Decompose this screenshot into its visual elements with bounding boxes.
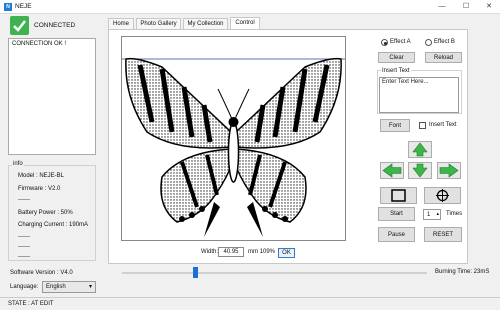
info-divider: ------ bbox=[18, 244, 30, 250]
minimize-button[interactable]: — bbox=[437, 2, 447, 12]
info-charging: Charging Current : 190mA bbox=[18, 222, 89, 228]
width-input[interactable]: 40.95 bbox=[218, 247, 244, 257]
info-model: Model : NEJE-BL bbox=[18, 173, 65, 179]
arrow-down-button[interactable] bbox=[408, 162, 432, 179]
frame-button[interactable] bbox=[380, 187, 417, 204]
language-select[interactable]: English ▾ bbox=[42, 281, 96, 293]
arrow-left-button[interactable] bbox=[380, 162, 404, 179]
log-line: CONNECTION OK ! bbox=[12, 41, 67, 47]
times-label: Times bbox=[446, 211, 463, 217]
reset-button[interactable]: RESET bbox=[424, 227, 462, 242]
arrow-down-icon bbox=[412, 163, 428, 178]
language-value: English bbox=[46, 284, 66, 290]
maximize-button[interactable]: ☐ bbox=[461, 2, 471, 12]
software-version: Software Version : V4.0 bbox=[10, 270, 73, 276]
burning-time-slider[interactable] bbox=[122, 272, 427, 274]
tab-my-collection[interactable]: My Collection bbox=[183, 18, 228, 29]
butterfly-image bbox=[122, 57, 345, 237]
clear-button[interactable]: Clear bbox=[378, 52, 415, 63]
pause-button[interactable]: Pause bbox=[378, 227, 415, 242]
tab-control[interactable]: Control bbox=[230, 17, 260, 29]
info-battery: Battery Power : 50% bbox=[18, 210, 73, 216]
effect-b-radio[interactable] bbox=[425, 39, 432, 46]
times-value: 1 bbox=[427, 212, 431, 218]
status-bar: STATE : AT EDIT bbox=[0, 297, 500, 310]
frame-icon bbox=[391, 189, 406, 202]
info-divider: ------ bbox=[18, 197, 30, 203]
connection-log[interactable]: CONNECTION OK ! bbox=[8, 38, 96, 155]
arrow-up-button[interactable] bbox=[408, 141, 432, 158]
connected-check-icon bbox=[10, 16, 29, 35]
status-text: STATE : AT EDIT bbox=[8, 301, 54, 307]
close-button[interactable]: ✕ bbox=[484, 2, 494, 12]
arrow-left-icon bbox=[382, 163, 402, 178]
effect-b-label: Effect B bbox=[434, 39, 455, 45]
ok-button[interactable]: OK bbox=[278, 248, 295, 258]
arrow-up-icon bbox=[412, 142, 428, 157]
effect-a-label: Effect A bbox=[390, 39, 411, 45]
font-button[interactable]: Font bbox=[380, 119, 410, 132]
reload-button[interactable]: Reload bbox=[425, 52, 462, 63]
width-unit: mm 109% bbox=[248, 249, 276, 255]
times-spinner[interactable]: 1 ▴ bbox=[423, 209, 441, 220]
window-title: NEJE bbox=[15, 3, 32, 10]
burning-time: Burning Time: 23mS bbox=[435, 269, 490, 275]
spinner-arrows-icon[interactable]: ▴ bbox=[436, 209, 439, 219]
slider-thumb[interactable] bbox=[193, 267, 198, 278]
info-divider: ------ bbox=[18, 254, 30, 260]
effect-a-radio[interactable] bbox=[381, 39, 388, 46]
connection-status: CONNECTED bbox=[34, 22, 76, 29]
info-divider: ------ bbox=[18, 234, 30, 240]
tab-photo-gallery[interactable]: Photo Gallery bbox=[136, 18, 181, 29]
insert-text-checkbox[interactable] bbox=[419, 122, 426, 129]
tab-home[interactable]: Home bbox=[108, 18, 134, 29]
chevron-down-icon: ▾ bbox=[88, 284, 92, 290]
center-button[interactable] bbox=[424, 187, 461, 204]
language-label: Language: bbox=[10, 284, 39, 290]
app-icon: N bbox=[4, 3, 12, 11]
info-firmware: Firmware : V2.0 bbox=[18, 186, 61, 192]
crosshair-icon bbox=[436, 189, 449, 202]
width-label: Width: bbox=[201, 249, 219, 255]
title-bar: N NEJE — ☐ ✕ bbox=[0, 0, 500, 14]
arrow-right-icon bbox=[439, 163, 459, 178]
insert-text-checkbox-label: Insert Text bbox=[429, 122, 457, 128]
arrow-right-button[interactable] bbox=[437, 162, 461, 179]
insert-text-input[interactable]: Enter Text Here... bbox=[379, 77, 459, 113]
insert-text-title: Insert Text bbox=[381, 68, 411, 74]
info-title: info bbox=[12, 161, 24, 167]
engraving-canvas[interactable] bbox=[121, 36, 346, 241]
start-button[interactable]: Start bbox=[378, 207, 415, 221]
